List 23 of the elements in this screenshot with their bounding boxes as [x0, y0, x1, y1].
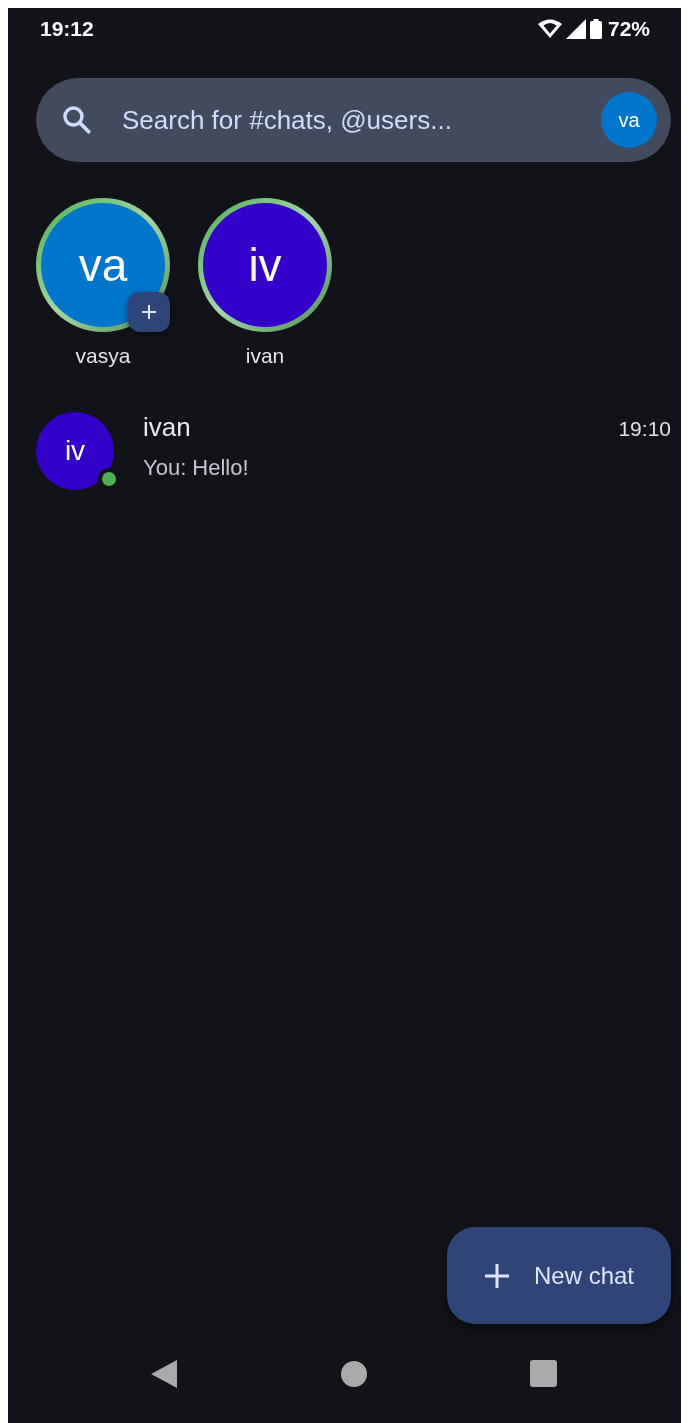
signal-icon: [565, 19, 586, 39]
battery-icon: [589, 19, 602, 39]
profile-avatar[interactable]: va: [601, 92, 657, 148]
chat-avatar: iv: [36, 412, 114, 490]
story-name: vasya: [75, 344, 131, 368]
story-avatar[interactable]: iv: [203, 203, 327, 327]
chat-time: 19:10: [618, 417, 671, 441]
chat-item[interactable]: iv ivan 19:10 You: Hello!: [36, 412, 671, 490]
plus-icon: [483, 1262, 510, 1289]
new-chat-button[interactable]: New chat: [447, 1227, 671, 1324]
story-avatar[interactable]: va: [41, 203, 165, 327]
wifi-icon: [537, 19, 562, 39]
chat-name: ivan: [143, 412, 191, 443]
message-preview: You: Hello!: [143, 455, 250, 481]
add-story-button[interactable]: [128, 292, 170, 332]
home-icon[interactable]: [340, 1360, 367, 1387]
back-icon[interactable]: [151, 1359, 177, 1388]
status-time: 19:12: [40, 17, 94, 41]
search-icon: [60, 103, 94, 137]
plus-icon: [140, 303, 158, 321]
story-name: ivan: [245, 344, 285, 368]
battery-level: 72%: [607, 17, 650, 41]
search-field[interactable]: Search for #chats, @users... va: [36, 78, 671, 162]
